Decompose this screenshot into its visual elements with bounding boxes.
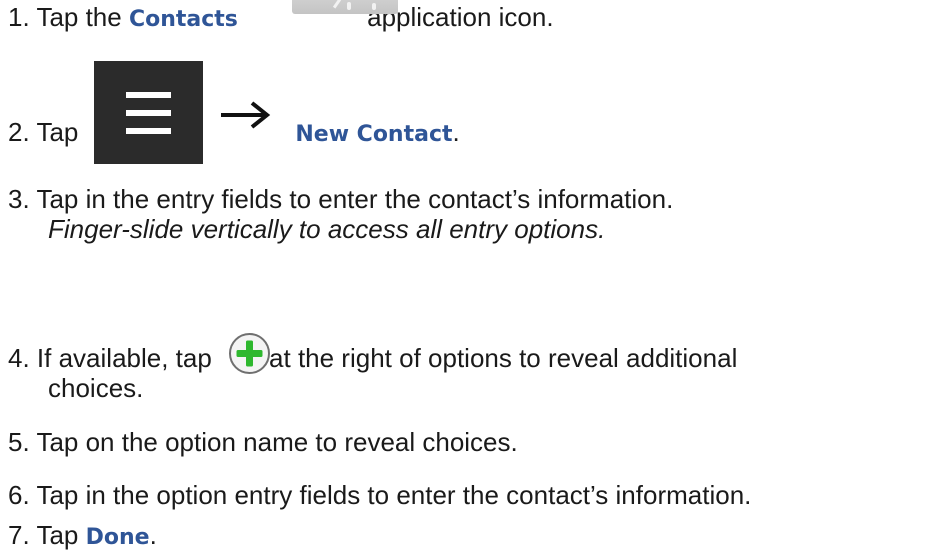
done-term: Done (85, 525, 150, 550)
step-5: 5. Tap on the option name to reveal choi… (8, 427, 518, 457)
step-4-continuation: choices. (48, 373, 144, 403)
step-6-text: Tap in the option entry fields to enter … (36, 480, 752, 510)
step-3-note: Finger-slide vertically to access all en… (48, 214, 606, 244)
step-4-text: If available, tap (36, 343, 212, 373)
contacts-app-icon (292, 0, 398, 14)
menu-icon (94, 61, 203, 164)
step-6-number: 6. (8, 480, 37, 510)
new-contact-term: New Contact (295, 122, 453, 147)
contacts-icon-glyph (347, 2, 351, 10)
arrow-right-icon (221, 101, 271, 129)
step-4-number: 4. (8, 343, 37, 373)
step-1: 1. Tap the Contacts application icon. (8, 2, 554, 35)
step-3-text: Tap in the entry fields to enter the con… (36, 184, 674, 214)
step-2-number: 2. (8, 117, 37, 147)
step-4-text-end: at the right of options to reveal additi… (261, 343, 738, 373)
step-1-number: 1. (8, 2, 37, 32)
step-1-text: Tap the (36, 2, 129, 32)
contacts-icon-glyph (332, 0, 342, 9)
step-6: 6. Tap in the option entry fields to ent… (8, 480, 751, 510)
contacts-term: Contacts (128, 7, 238, 32)
instructions-document: 1. Tap the Contacts application icon. 2.… (0, 0, 929, 552)
step-4: 4. If available, tap at the right of opt… (8, 343, 737, 373)
plus-circle-icon (229, 333, 270, 374)
step-3-number: 3. (8, 184, 37, 214)
contacts-icon-glyph (372, 3, 376, 10)
step-7-number: 7. (8, 520, 37, 550)
step-5-number: 5. (8, 427, 37, 457)
step-7-text: Tap (36, 520, 86, 550)
menu-icon-bar (126, 128, 171, 134)
step-7: 7. Tap Done. (8, 520, 157, 553)
step-3: 3. Tap in the entry fields to enter the … (8, 184, 673, 214)
step-2-text: Tap (36, 117, 79, 147)
step-2-text-end: . (452, 117, 460, 147)
step-7-text-end: . (149, 520, 157, 550)
menu-icon-bar (126, 110, 171, 116)
step-5-text: Tap on the option name to reveal choices… (36, 427, 518, 457)
menu-icon-bar (126, 92, 171, 98)
